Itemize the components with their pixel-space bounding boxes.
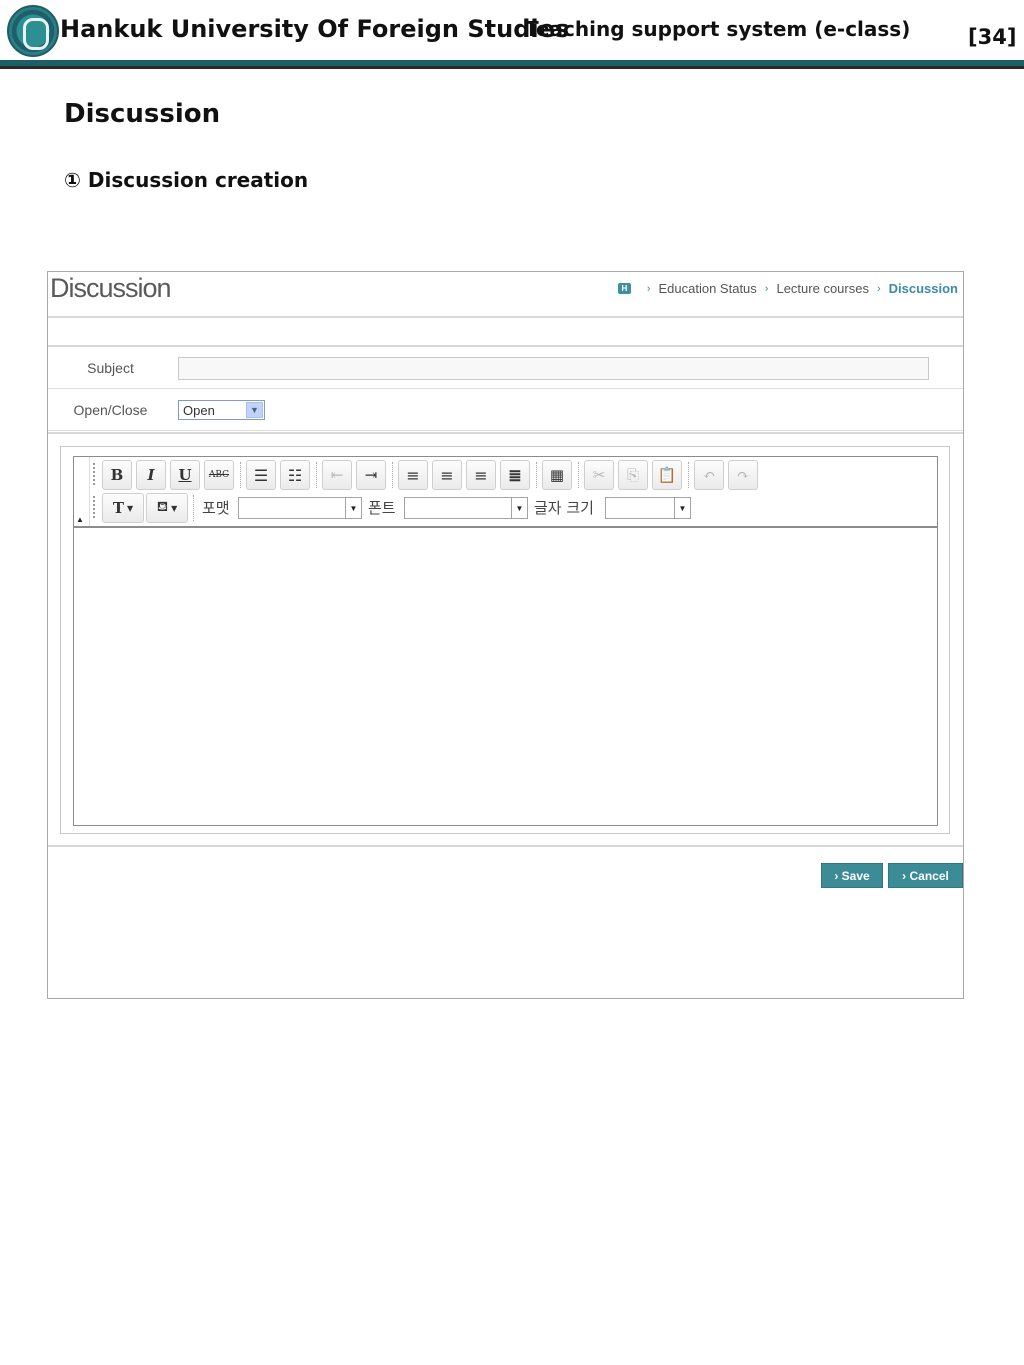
chevron-right-icon: › bbox=[764, 282, 769, 295]
chevron-down-icon[interactable]: ▼ bbox=[674, 498, 690, 518]
font-select[interactable]: ▼ bbox=[404, 497, 528, 519]
editor-content-area[interactable] bbox=[74, 528, 937, 825]
chevron-down-icon[interactable]: ▼ bbox=[345, 498, 361, 518]
toolbar-divider bbox=[89, 457, 90, 526]
toolbar-grip-icon[interactable] bbox=[93, 463, 97, 485]
unordered-list-icon[interactable]: ☷ bbox=[280, 460, 310, 490]
toolbar-separator bbox=[688, 462, 690, 488]
toolbar-separator bbox=[536, 462, 538, 488]
align-center-icon[interactable]: ≡ bbox=[432, 460, 462, 490]
toolbar-separator bbox=[578, 462, 580, 488]
open-close-select[interactable]: Open ▼ bbox=[178, 400, 265, 420]
system-name: Teaching support system (e-class) bbox=[525, 17, 911, 41]
toolbar-separator bbox=[316, 462, 318, 488]
indent-icon[interactable]: ⇥ bbox=[356, 460, 386, 490]
toolbar-grip-icon[interactable] bbox=[93, 496, 97, 518]
cancel-button[interactable]: › Cancel bbox=[888, 863, 963, 888]
paint-bucket-icon: ⛾ bbox=[156, 499, 169, 515]
align-left-icon[interactable]: ≡ bbox=[398, 460, 428, 490]
editor-toolbar: ▲ B I U ABC ☰ ☷ ⇤ ⇥ ≡ ≡ ≡ ≣ ▦ ✂ ⎘ 📋 ↶ ↷ … bbox=[74, 457, 937, 528]
divider bbox=[48, 432, 963, 434]
outdent-icon[interactable]: ⇤ bbox=[322, 460, 352, 490]
toolbar-separator bbox=[193, 495, 195, 521]
subject-input[interactable] bbox=[178, 357, 929, 380]
chevron-right-icon: › bbox=[876, 282, 881, 295]
editor-container: ▲ B I U ABC ☰ ☷ ⇤ ⇥ ≡ ≡ ≡ ≣ ▦ ✂ ⎘ 📋 ↶ ↷ … bbox=[60, 446, 950, 834]
breadcrumb-item-current: Discussion bbox=[888, 281, 958, 296]
strikethrough-button[interactable]: ABC bbox=[204, 460, 234, 490]
page-number: [34] bbox=[968, 25, 1017, 49]
copy-icon[interactable]: ⎘ bbox=[618, 460, 648, 490]
university-name: Hankuk University Of Foreign Studies bbox=[60, 15, 570, 43]
rich-text-editor: ▲ B I U ABC ☰ ☷ ⇤ ⇥ ≡ ≡ ≡ ≣ ▦ ✂ ⎘ 📋 ↶ ↷ … bbox=[73, 456, 938, 826]
bold-button[interactable]: B bbox=[102, 460, 132, 490]
breadcrumb-item-lecture-courses[interactable]: Lecture courses bbox=[776, 281, 869, 296]
chevron-down-icon: ▼ bbox=[171, 503, 178, 513]
table-icon[interactable]: ▦ bbox=[542, 460, 572, 490]
align-justify-icon[interactable]: ≣ bbox=[500, 460, 530, 490]
underline-button[interactable]: U bbox=[170, 460, 200, 490]
toolbar-separator bbox=[240, 462, 242, 488]
breadcrumb-item-education-status[interactable]: Education Status bbox=[659, 281, 757, 296]
collapse-toolbar-icon[interactable]: ▲ bbox=[76, 515, 84, 524]
divider bbox=[48, 316, 963, 318]
redo-icon[interactable]: ↷ bbox=[728, 460, 758, 490]
cut-icon[interactable]: ✂ bbox=[584, 460, 614, 490]
slide-title: Discussion bbox=[64, 99, 221, 129]
discussion-screen: Discussion H › Education Status › Lectur… bbox=[47, 271, 964, 999]
header-rule-thin bbox=[0, 66, 1024, 69]
text-color-button[interactable]: T ▼ bbox=[102, 493, 144, 523]
italic-button[interactable]: I bbox=[136, 460, 166, 490]
ordered-list-icon[interactable]: ☰ bbox=[246, 460, 276, 490]
breadcrumb: H › Education Status › Lecture courses ›… bbox=[617, 281, 958, 296]
open-close-value: Open bbox=[183, 403, 215, 418]
open-close-label: Open/Close bbox=[73, 402, 148, 418]
chevron-down-icon[interactable]: ▼ bbox=[511, 498, 527, 518]
university-logo bbox=[7, 5, 59, 57]
undo-icon[interactable]: ↶ bbox=[694, 460, 724, 490]
divider bbox=[48, 845, 963, 847]
size-select[interactable]: ▼ bbox=[605, 497, 691, 519]
open-close-row: Open/Close Open ▼ bbox=[48, 389, 963, 431]
format-select[interactable]: ▼ bbox=[238, 497, 362, 519]
chevron-right-icon: › bbox=[646, 282, 651, 295]
chevron-down-icon: ▼ bbox=[127, 503, 134, 513]
slide-subtitle: ① Discussion creation bbox=[64, 168, 309, 192]
subject-label: Subject bbox=[87, 360, 134, 376]
align-right-icon[interactable]: ≡ bbox=[466, 460, 496, 490]
font-label: 폰트 bbox=[368, 499, 396, 517]
text-color-icon: T bbox=[112, 499, 124, 517]
save-button[interactable]: › Save bbox=[821, 863, 883, 888]
subject-row: Subject bbox=[48, 347, 963, 389]
size-label: 글자 크기 bbox=[534, 499, 594, 517]
home-icon[interactable]: H bbox=[617, 283, 631, 294]
background-color-button[interactable]: ⛾ ▼ bbox=[146, 493, 188, 523]
toolbar-separator bbox=[392, 462, 394, 488]
format-label: 포맷 bbox=[202, 499, 230, 517]
paste-icon[interactable]: 📋 bbox=[652, 460, 682, 490]
page-title: Discussion bbox=[50, 273, 172, 303]
chevron-down-icon[interactable]: ▼ bbox=[246, 402, 263, 418]
